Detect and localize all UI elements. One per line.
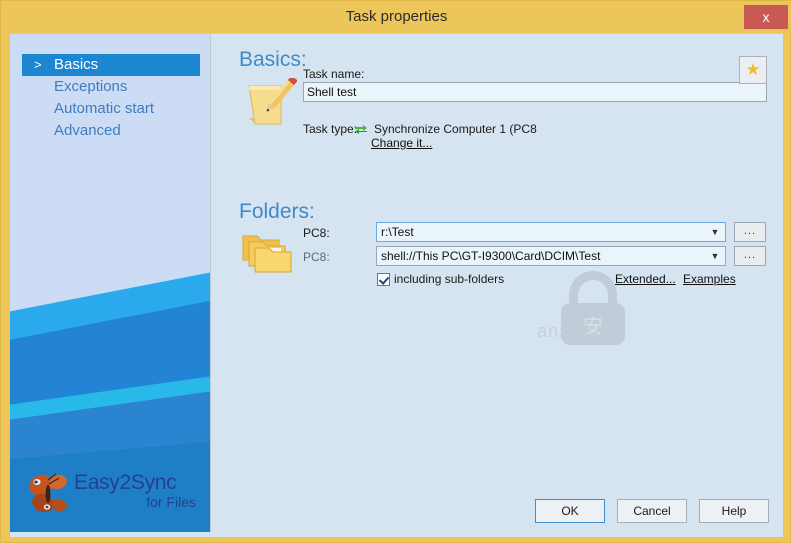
sidebar: > Basics Exceptions Automatic start Adva…	[10, 34, 211, 532]
sync-arrows-icon	[355, 125, 367, 134]
task-name-input[interactable]	[303, 82, 767, 102]
ok-button[interactable]: OK	[535, 499, 605, 523]
browse-button-2[interactable]: ...	[734, 246, 766, 266]
folder-path-combo-2[interactable]: shell://This PC\GT-I9300\Card\DCIM\Test …	[376, 246, 726, 266]
title-bar: Task properties x	[1, 1, 791, 33]
sidebar-item-advanced[interactable]: Advanced	[22, 120, 200, 142]
sidebar-item-exceptions[interactable]: Exceptions	[22, 76, 200, 98]
window-title: Task properties	[345, 8, 448, 25]
folders-section-heading: Folders:	[239, 200, 315, 223]
sidebar-item-label: Basics	[54, 56, 99, 73]
dialog-client-area: > Basics Exceptions Automatic start Adva…	[10, 33, 783, 537]
sidebar-item-label: Advanced	[54, 122, 121, 139]
folders-icon	[242, 235, 292, 273]
watermark-text: anxz.com	[537, 321, 623, 341]
extended-link[interactable]: Extended...	[615, 272, 676, 286]
examples-link[interactable]: Examples	[683, 272, 736, 286]
sidebar-item-label: Automatic start	[54, 100, 155, 117]
dialog-footer: OK Cancel Help	[10, 491, 783, 537]
folder-path-value: shell://This PC\GT-I9300\Card\DCIM\Test	[381, 249, 601, 263]
chevron-down-icon[interactable]: ▼	[707, 223, 723, 241]
task-type-label: Task type:	[303, 122, 358, 136]
basics-section-heading: Basics:	[239, 48, 307, 71]
pencil-note-icon	[248, 78, 297, 125]
sidebar-item-basics[interactable]: > Basics	[22, 54, 200, 76]
svg-text:安: 安	[583, 315, 603, 338]
help-button[interactable]: Help	[699, 499, 769, 523]
chevron-right-icon: >	[34, 57, 42, 72]
change-task-type-link[interactable]: Change it...	[371, 136, 432, 150]
include-subfolders-checkbox[interactable]	[377, 273, 390, 286]
main-content: Basics: Task name: ★ Task type:	[211, 34, 782, 532]
sidebar-item-automatic-start[interactable]: Automatic start	[22, 98, 200, 120]
close-icon[interactable]: x	[744, 5, 788, 29]
task-type-value: Synchronize Computer 1 (PC8	[374, 122, 537, 136]
browse-button-1[interactable]: ...	[734, 222, 766, 242]
folder-path-combo-1[interactable]: r:\Test ▼	[376, 222, 726, 242]
folder-row-label: PC8:	[303, 250, 330, 264]
sidebar-nav: > Basics Exceptions Automatic start Adva…	[22, 54, 200, 142]
include-subfolders-label: including sub-folders	[394, 272, 505, 286]
folder-row-label: PC8:	[303, 226, 330, 240]
dialog-window: Task properties x > Basics Exceptions Au…	[0, 0, 791, 543]
sidebar-item-label: Exceptions	[54, 78, 128, 95]
favorite-star-icon[interactable]: ★	[739, 56, 767, 84]
folder-path-value: r:\Test	[381, 225, 414, 239]
chevron-down-icon[interactable]: ▼	[707, 247, 723, 265]
task-name-label: Task name:	[303, 67, 365, 81]
cancel-button[interactable]: Cancel	[617, 499, 687, 523]
